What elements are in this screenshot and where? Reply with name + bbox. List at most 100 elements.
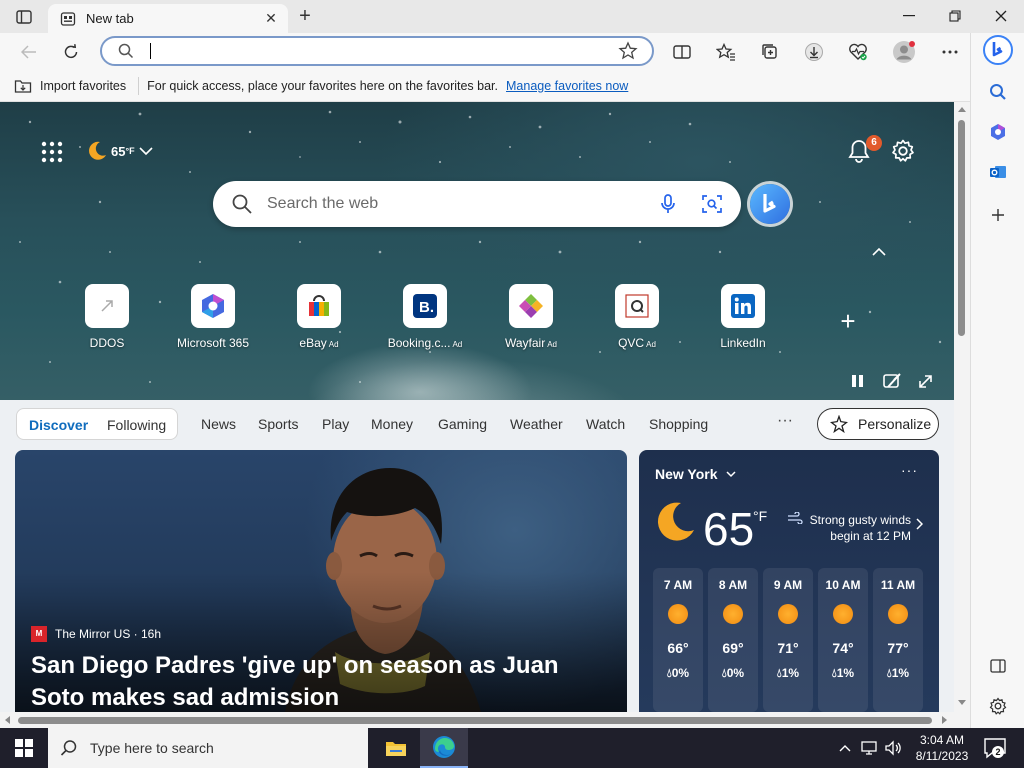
sidebar-microsoft365-icon[interactable] — [983, 117, 1013, 147]
mirror-logo-icon: M — [31, 626, 47, 642]
sun-icon — [778, 604, 798, 624]
volume-icon[interactable] — [884, 740, 902, 756]
browser-essentials-icon[interactable] — [843, 37, 873, 67]
tab-following[interactable]: Following — [107, 417, 166, 433]
tab-shopping[interactable]: Shopping — [649, 416, 708, 432]
scroll-right-arrow-icon[interactable] — [942, 716, 948, 724]
scroll-up-arrow-icon[interactable] — [958, 106, 966, 112]
web-search-box[interactable] — [213, 181, 741, 227]
apps-launcher-icon[interactable] — [40, 140, 64, 164]
chevron-up-icon[interactable] — [872, 247, 886, 257]
tab-gaming[interactable]: Gaming — [438, 416, 487, 432]
tab-weather[interactable]: Weather — [510, 416, 563, 432]
weather-city: New York — [655, 466, 718, 482]
manage-favorites-link[interactable]: Manage favorites now — [506, 79, 628, 93]
tab-actions-menu-icon[interactable] — [8, 6, 40, 28]
quick-link-linkedin[interactable]: LinkedIn — [690, 284, 796, 350]
linkedin-icon — [721, 284, 765, 328]
downloads-icon[interactable] — [799, 37, 829, 67]
minimize-icon[interactable] — [886, 0, 932, 32]
title-bar: New tab ✕ + — [0, 0, 1024, 33]
horizontal-scrollbar[interactable] — [0, 712, 954, 728]
search-icon — [232, 194, 252, 214]
file-explorer-icon[interactable] — [372, 728, 420, 768]
tab-discover[interactable]: Discover — [29, 417, 88, 433]
quick-link-label: Booking.c... — [387, 336, 451, 350]
web-search-input[interactable] — [267, 193, 627, 215]
tab-play[interactable]: Play — [322, 416, 349, 432]
tab-news[interactable]: News — [201, 416, 236, 432]
news-source[interactable]: M The Mirror US · 16h — [31, 626, 161, 642]
quick-link-qvc[interactable]: QVC Ad — [584, 284, 690, 350]
moon-icon — [657, 502, 694, 541]
taskbar-clock[interactable]: 3:04 AM 8/11/2023 — [906, 732, 978, 764]
edge-browser-icon[interactable] — [420, 728, 468, 768]
tab-new-tab[interactable]: New tab ✕ — [48, 4, 288, 33]
weather-more-icon[interactable]: ··· — [901, 462, 918, 478]
weather-location[interactable]: New York — [655, 466, 736, 482]
sidebar-add-icon[interactable] — [983, 200, 1013, 230]
windows-taskbar: Type here to search 3:04 AM 8/11/2023 2 — [0, 728, 1024, 768]
add-quick-link-icon[interactable]: + — [836, 308, 860, 334]
address-bar[interactable] — [100, 36, 654, 66]
weather-card[interactable]: New York ··· 65 °F Strong gusty winds be… — [639, 450, 939, 712]
weather-alert[interactable]: Strong gusty winds begin at 12 PM — [787, 512, 911, 544]
close-window-icon[interactable] — [978, 0, 1024, 32]
taskbar-search-box[interactable]: Type here to search — [48, 728, 368, 768]
settings-more-icon[interactable] — [935, 37, 965, 67]
quick-link-booking[interactable]: B. Booking.c... Ad — [372, 284, 478, 350]
visual-search-icon[interactable] — [701, 193, 723, 215]
page-settings-gear-icon[interactable] — [890, 138, 916, 164]
expand-icon[interactable] — [916, 372, 936, 390]
hour-precip-value: 0% — [671, 666, 690, 680]
horizontal-scroll-thumb[interactable] — [18, 717, 932, 724]
tab-sports[interactable]: Sports — [258, 416, 298, 432]
search-icon — [118, 43, 134, 59]
favorites-icon[interactable] — [711, 37, 741, 67]
back-arrow-icon[interactable] — [14, 37, 44, 67]
close-tab-icon[interactable]: ✕ — [262, 10, 280, 28]
collections-icon[interactable] — [755, 37, 785, 67]
scroll-down-arrow-icon[interactable] — [958, 700, 966, 706]
split-screen-icon[interactable] — [667, 37, 697, 67]
news-card[interactable]: M The Mirror US · 16h San Diego Padres '… — [15, 450, 627, 712]
new-tab-button[interactable]: + — [292, 5, 318, 27]
hero-weather-widget[interactable]: 65 °F — [86, 140, 153, 162]
windows-start-icon[interactable] — [0, 728, 48, 768]
news-headline[interactable]: San Diego Padres 'give up' on season as … — [31, 650, 611, 712]
quick-link-wayfair[interactable]: Wayfair Ad — [478, 284, 584, 350]
change-background-icon[interactable] — [882, 372, 902, 390]
network-icon[interactable] — [860, 740, 878, 756]
quick-link-microsoft365[interactable]: Microsoft 365 — [160, 284, 266, 350]
import-favorites-button[interactable]: Import favorites — [0, 77, 140, 95]
sparkle-icon — [830, 415, 848, 433]
vertical-scroll-thumb[interactable] — [958, 120, 965, 336]
quick-link-ddos[interactable]: DDOS — [54, 284, 160, 350]
sidebar-search-icon[interactable] — [983, 77, 1013, 107]
bing-chat-icon[interactable] — [750, 184, 790, 224]
refresh-icon[interactable] — [56, 37, 86, 67]
address-input[interactable] — [152, 41, 612, 61]
pause-background-icon[interactable] — [848, 372, 868, 390]
tray-chevron-up-icon[interactable] — [838, 743, 852, 753]
toolbar — [0, 33, 970, 71]
weather-temp: 65 — [703, 503, 755, 555]
hide-sidebar-icon[interactable] — [983, 651, 1013, 681]
tab-title: New tab — [86, 11, 134, 26]
chevron-right-icon[interactable] — [915, 518, 923, 530]
restore-icon[interactable] — [932, 0, 978, 32]
sidebar-outlook-icon[interactable] — [983, 157, 1013, 187]
add-favorite-star-icon[interactable] — [618, 41, 638, 61]
profile-avatar-icon[interactable] — [889, 37, 919, 67]
personalize-button[interactable]: Personalize — [817, 408, 939, 440]
scroll-left-arrow-icon[interactable] — [4, 716, 10, 724]
weather-unit: °F — [753, 508, 768, 524]
microphone-icon[interactable] — [657, 193, 679, 215]
tab-watch[interactable]: Watch — [586, 416, 625, 432]
bing-copilot-icon[interactable] — [983, 35, 1013, 65]
vertical-scrollbar[interactable] — [954, 102, 970, 712]
quick-link-ebay[interactable]: eBay Ad — [266, 284, 372, 350]
sidebar-settings-icon[interactable] — [983, 691, 1013, 721]
tab-money[interactable]: Money — [371, 416, 413, 432]
more-tabs-icon[interactable]: ··· — [777, 412, 793, 430]
